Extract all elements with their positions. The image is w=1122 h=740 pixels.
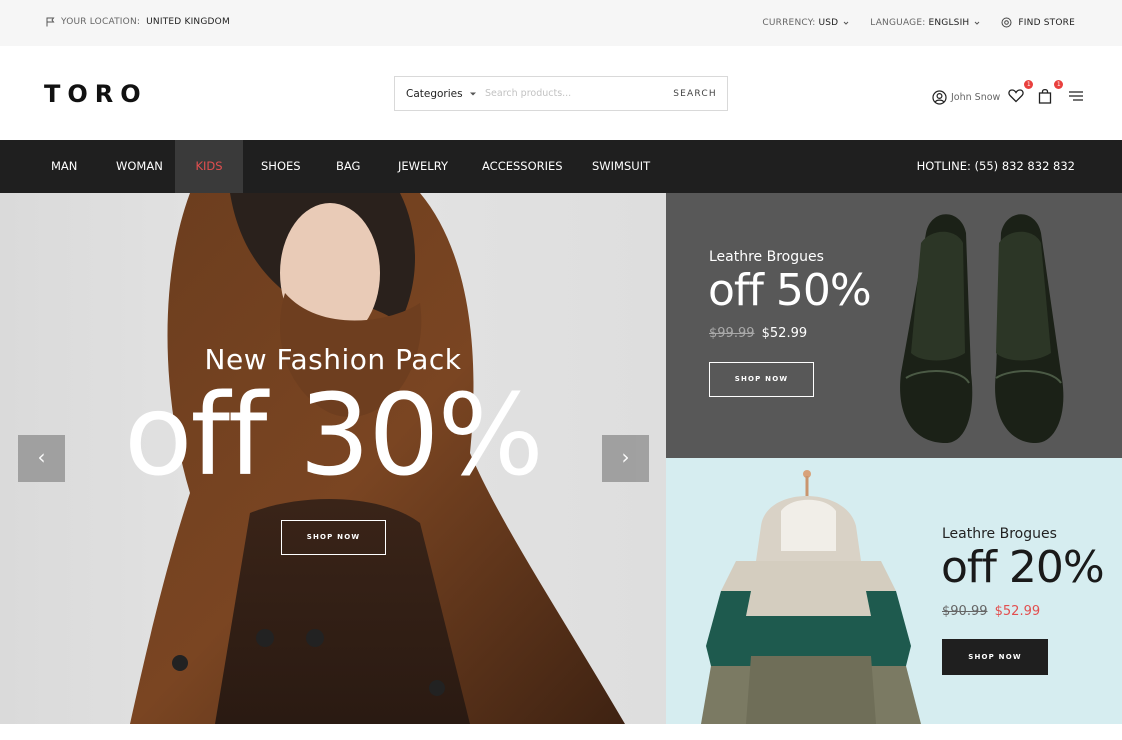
category-label: Categories: [406, 87, 463, 100]
top-bar: YOUR LOCATION: UNITED KINGDOM CURRENCY: …: [0, 0, 1122, 46]
language-label: LANGUAGE:: [870, 17, 926, 28]
promo1-prices: $99.99 $52.99: [709, 326, 807, 341]
hero-shop-now-button[interactable]: SHOP NOW: [281, 520, 386, 555]
carousel-prev-button[interactable]: ‹: [18, 435, 65, 482]
language-value: ENGLSIH: [928, 17, 970, 28]
user-icon: [932, 89, 947, 105]
hotline: HOTLINE: (55) 832 832 832: [916, 159, 1075, 173]
nav-item-kids[interactable]: KIDS: [175, 140, 243, 193]
find-store-label: FIND STORE: [1018, 17, 1075, 28]
nav-item-woman[interactable]: WOMAN: [116, 140, 163, 193]
shopping-bag-icon: [1039, 88, 1052, 104]
user-name: John Snow: [951, 91, 1001, 103]
nav-item-jewelry[interactable]: JEWELRY: [398, 140, 448, 193]
flag-icon: [46, 17, 55, 27]
chevron-down-icon: [975, 21, 980, 25]
promo1-old-price: $99.99: [709, 326, 755, 341]
logo[interactable]: TORO: [44, 80, 148, 108]
promo2-shop-now-button[interactable]: SHOP NOW: [942, 639, 1048, 675]
search-bar: Categories SEARCH: [394, 76, 728, 111]
promo1-title: Leathre Brogues: [709, 249, 824, 265]
search-input[interactable]: [485, 77, 663, 110]
promo2-title: Leathre Brogues: [942, 526, 1057, 542]
find-store-link[interactable]: FIND STORE: [1001, 17, 1075, 28]
wishlist-button[interactable]: 1: [1008, 80, 1034, 106]
location-label: YOUR LOCATION:: [61, 17, 141, 27]
promo1-shop-now-button[interactable]: SHOP NOW: [709, 362, 814, 397]
nav-item-accessories[interactable]: ACCESSORIES: [482, 140, 563, 193]
chevron-down-icon: [843, 21, 849, 25]
location-selector[interactable]: YOUR LOCATION: UNITED KINGDOM: [46, 17, 230, 27]
hamburger-menu-icon: [1069, 91, 1084, 101]
location-value: UNITED KINGDOM: [146, 17, 230, 27]
cart-badge: 1: [1054, 80, 1064, 89]
promo2-new-price: $52.99: [994, 604, 1041, 619]
nav-item-shoes[interactable]: SHOES: [261, 140, 301, 193]
hoodie-image: [701, 470, 921, 724]
header: TORO Categories SEARCH John Snow 1: [0, 46, 1122, 140]
promo1-headline: off 50%: [708, 265, 872, 316]
nav-item-man[interactable]: MAN: [51, 140, 77, 193]
menu-button[interactable]: [1068, 88, 1086, 106]
promo1-new-price: $52.99: [761, 326, 808, 341]
location-pin-icon: [1001, 17, 1012, 28]
nav-item-bag[interactable]: BAG: [336, 140, 360, 193]
currency-selector[interactable]: CURRENCY: USD: [762, 18, 851, 28]
main-nav: MAN WOMAN KIDS SHOES BAG JEWELRY ACCESSO…: [0, 140, 1122, 193]
currency-label: CURRENCY:: [762, 17, 816, 28]
hero-headline: off 30%: [124, 371, 544, 501]
currency-value: USD: [818, 17, 839, 28]
user-account[interactable]: John Snow: [932, 89, 1001, 105]
carousel-next-button[interactable]: ›: [602, 435, 649, 482]
caret-down-icon: [469, 92, 476, 95]
brogue-shoes-image: [900, 214, 1064, 443]
wishlist-badge: 1: [1024, 80, 1034, 89]
promo2-headline: off 20%: [941, 542, 1105, 593]
language-selector[interactable]: LANGUAGE: ENGLSIH: [870, 18, 982, 28]
promo-banner-hoodie: Leathre Brogues off 20% $90.99 $52.99 SH…: [666, 458, 1122, 724]
promo2-old-price: $90.99: [942, 604, 988, 619]
category-dropdown[interactable]: Categories: [395, 77, 485, 110]
cart-button[interactable]: 1: [1038, 80, 1064, 106]
heart-icon: [1008, 89, 1024, 103]
hero-banner: New Fashion Pack off 30% SHOP NOW ‹ ›: [0, 193, 666, 724]
nav-item-swimsuit[interactable]: SWIMSUIT: [592, 140, 650, 193]
search-button[interactable]: SEARCH: [663, 89, 727, 99]
promo-banner-shoes: Leathre Brogues off 50% $99.99 $52.99 SH…: [666, 193, 1122, 458]
promo2-prices: $90.99 $52.99: [942, 604, 1040, 619]
